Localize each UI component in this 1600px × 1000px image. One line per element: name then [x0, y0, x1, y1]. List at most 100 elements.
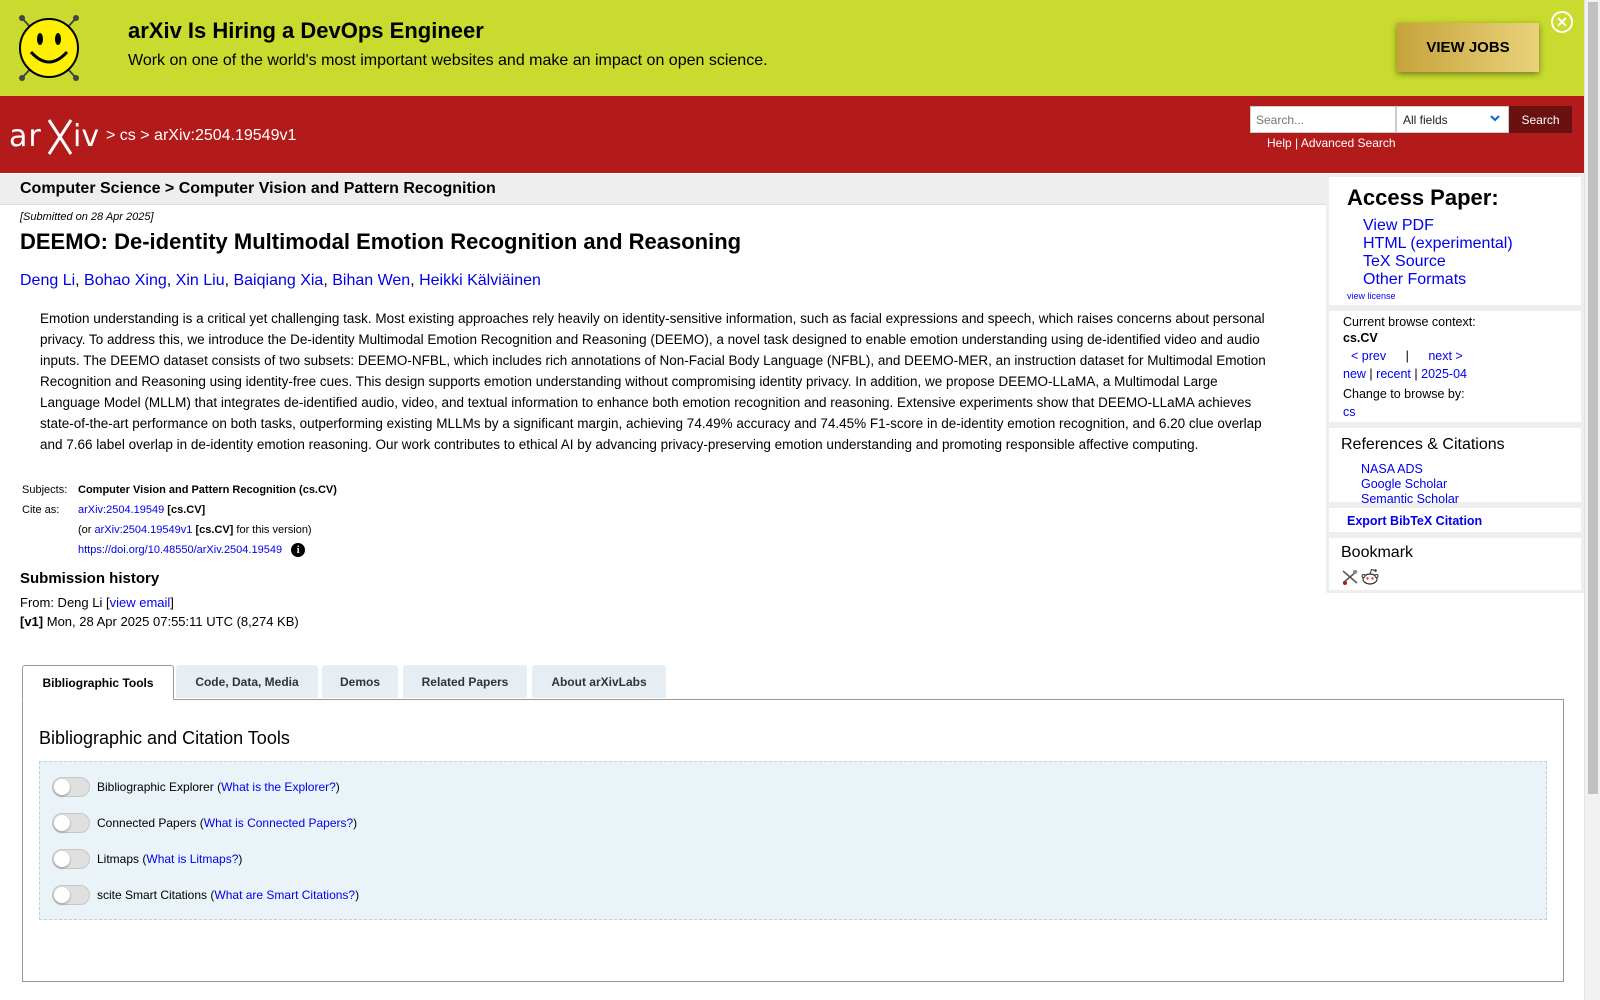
- tool-help-link[interactable]: What is Litmaps?: [146, 852, 238, 866]
- tab-demos[interactable]: Demos: [322, 665, 398, 698]
- svg-text:ar: ar: [9, 119, 42, 154]
- access-links: View PDF HTML (experimental) TeX Source …: [1363, 217, 1513, 289]
- search-field-value: All fields: [1403, 113, 1448, 127]
- submission-history-title: Submission history: [20, 570, 160, 587]
- browse-context-box: Current browse context: cs.CV < prev | n…: [1326, 308, 1584, 425]
- export-box: Export BibTeX Citation: [1326, 505, 1584, 535]
- author-link[interactable]: Bihan Wen: [332, 272, 410, 289]
- reddit-icon[interactable]: [1361, 568, 1379, 586]
- connected-papers-toggle[interactable]: [52, 813, 90, 833]
- breadcrumb-cs[interactable]: cs: [120, 127, 136, 144]
- references-box: References & Citations NASA ADS Google S…: [1326, 425, 1584, 507]
- next-link[interactable]: next >: [1428, 349, 1462, 363]
- subjects-value: Computer Vision and Pattern Recognition …: [78, 484, 337, 496]
- close-icon[interactable]: ✕: [1551, 11, 1573, 33]
- advanced-search-link[interactable]: Advanced Search: [1301, 136, 1396, 150]
- cite-version-link[interactable]: arXiv:2504.19549v1: [95, 524, 193, 536]
- tool-row-litmaps: Litmaps (What is Litmaps?): [52, 848, 242, 870]
- tool-row-connected-papers: Connected Papers (What is Connected Pape…: [52, 812, 357, 834]
- nav-separator: |: [1414, 367, 1418, 381]
- references-links: NASA ADS Google Scholar Semantic Scholar: [1361, 462, 1459, 507]
- tab-about-arxivlabs[interactable]: About arXivLabs: [532, 665, 666, 698]
- tab-code-data-media[interactable]: Code, Data, Media: [176, 665, 318, 698]
- browse-context-value: cs.CV: [1343, 331, 1378, 345]
- author-link[interactable]: Baiqiang Xia: [233, 272, 323, 289]
- tool-help-link[interactable]: What are Smart Citations?: [214, 888, 355, 902]
- metadata-table: Subjects: Computer Vision and Pattern Re…: [20, 480, 337, 560]
- google-scholar-link[interactable]: Google Scholar: [1361, 477, 1459, 492]
- recent-link[interactable]: recent: [1376, 367, 1411, 381]
- doi-link[interactable]: https://doi.org/10.48550/arXiv.2504.1954…: [78, 544, 282, 556]
- info-icon[interactable]: i: [291, 543, 306, 557]
- help-links: Help | Advanced Search: [1267, 136, 1396, 150]
- bookmark-icons: [1341, 568, 1379, 586]
- version-text: Mon, 28 Apr 2025 07:55:11 UTC (8,274 KB): [46, 614, 299, 629]
- page-scrollbar[interactable]: [1584, 0, 1600, 1000]
- banner-text: Work on one of the world's most importan…: [128, 52, 768, 69]
- scrollbar-thumb[interactable]: [1588, 2, 1598, 794]
- access-paper-title: Access Paper:: [1347, 185, 1499, 210]
- author-link[interactable]: Deng Li: [20, 272, 75, 289]
- tools-box: Bibliographic Explorer (What is the Expl…: [39, 761, 1547, 920]
- litmaps-toggle[interactable]: [52, 849, 90, 869]
- explorer-toggle[interactable]: [52, 777, 90, 797]
- cite-id-link[interactable]: arXiv:2504.19549: [78, 504, 164, 516]
- html-experimental-link[interactable]: HTML (experimental): [1363, 235, 1513, 253]
- cite-version-suffix: for this version): [236, 524, 312, 536]
- tab-panel: Bibliographic and Citation Tools Bibliog…: [22, 699, 1564, 982]
- cite-label: Cite as:: [22, 504, 60, 516]
- view-jobs-button[interactable]: VIEW JOBS: [1397, 23, 1539, 72]
- new-link[interactable]: new: [1343, 367, 1366, 381]
- svg-text:iv: iv: [73, 119, 99, 154]
- submission-from-suffix: ]: [170, 595, 174, 610]
- nasa-ads-link[interactable]: NASA ADS: [1361, 462, 1459, 477]
- panel-title: Bibliographic and Citation Tools: [39, 728, 290, 748]
- tool-label: Bibliographic Explorer: [97, 780, 214, 794]
- prev-link[interactable]: < prev: [1351, 349, 1386, 363]
- search-button[interactable]: Search: [1509, 106, 1572, 133]
- bookmark-box: Bookmark: [1326, 535, 1584, 593]
- arxiv-logo[interactable]: ar iv: [9, 116, 101, 156]
- bookmark-title: Bookmark: [1341, 544, 1414, 561]
- view-license-link[interactable]: view license: [1347, 291, 1396, 301]
- submission-from: From: Deng Li [view email]: [20, 595, 174, 610]
- tool-help-link[interactable]: What is Connected Papers?: [204, 816, 353, 830]
- site-header: ar iv > cs > arXiv:2504.19549v1 All fiel…: [0, 96, 1584, 173]
- version-label: [v1]: [20, 614, 44, 629]
- breadcrumb: > cs > arXiv:2504.19549v1: [106, 127, 296, 145]
- help-link[interactable]: Help: [1267, 136, 1292, 150]
- tex-source-link[interactable]: TeX Source: [1363, 253, 1513, 271]
- month-link[interactable]: 2025-04: [1421, 367, 1467, 381]
- tool-label: scite Smart Citations: [97, 888, 208, 902]
- change-browse-cs-link[interactable]: cs: [1343, 405, 1356, 419]
- cite-version-category: [cs.CV]: [195, 524, 234, 536]
- access-paper-box: Access Paper: View PDF HTML (experimenta…: [1326, 174, 1584, 308]
- cite-version-prefix: (or: [78, 524, 92, 536]
- bibsonomy-icon[interactable]: [1341, 568, 1359, 586]
- author-link[interactable]: Heikki Kälviäinen: [419, 272, 541, 289]
- search-field-select[interactable]: All fields: [1396, 106, 1509, 133]
- tab-related-papers[interactable]: Related Papers: [403, 665, 527, 698]
- scite-toggle[interactable]: [52, 885, 90, 905]
- search-input[interactable]: [1250, 106, 1396, 133]
- other-formats-link[interactable]: Other Formats: [1363, 271, 1513, 289]
- browse-context-label: Current browse context:: [1343, 315, 1476, 329]
- author-link[interactable]: Bohao Xing: [84, 272, 167, 289]
- tab-bibliographic-tools[interactable]: Bibliographic Tools: [22, 665, 174, 700]
- author-list: Deng Li, Bohao Xing, Xin Liu, Baiqiang X…: [20, 272, 541, 289]
- tool-label: Litmaps: [97, 852, 140, 866]
- chevron-down-icon: [1490, 115, 1500, 122]
- breadcrumb-separator: >: [140, 127, 150, 144]
- browse-list-nav: new | recent | 2025-04: [1343, 367, 1467, 381]
- author-link[interactable]: Xin Liu: [176, 272, 225, 289]
- submitted-date: [Submitted on 28 Apr 2025]: [20, 211, 154, 223]
- export-bibtex-link[interactable]: Export BibTeX Citation: [1347, 514, 1482, 528]
- category-header: Computer Science > Computer Vision and P…: [0, 174, 1326, 205]
- breadcrumb-paper-id: arXiv:2504.19549v1: [154, 127, 297, 144]
- tool-label: Connected Papers: [97, 816, 197, 830]
- nav-separator: |: [1369, 367, 1373, 381]
- view-email-link[interactable]: view email: [110, 595, 171, 610]
- help-separator: |: [1295, 136, 1299, 150]
- view-pdf-link[interactable]: View PDF: [1363, 217, 1513, 235]
- tool-help-link[interactable]: What is the Explorer?: [221, 780, 336, 794]
